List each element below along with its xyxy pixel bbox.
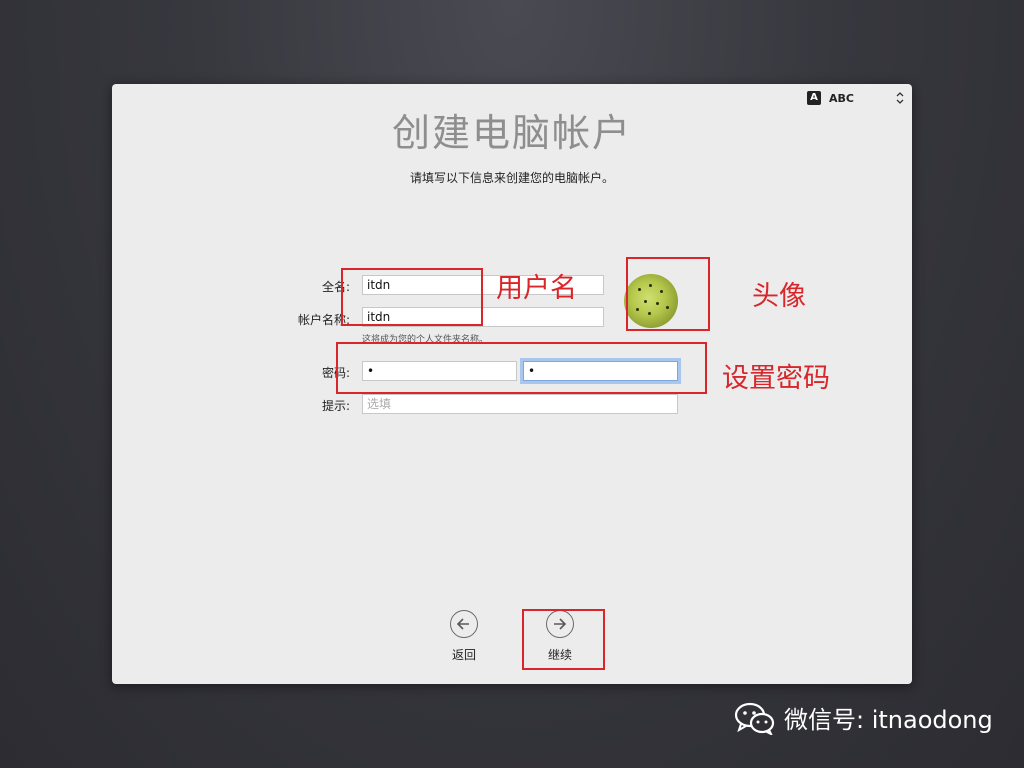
arrow-left-icon: [450, 610, 478, 638]
full-name-label: 全名:: [321, 280, 350, 294]
avatar-annotation-box: [626, 257, 710, 331]
hint-field[interactable]: [362, 394, 678, 414]
page-title: 创建电脑帐户: [391, 111, 632, 155]
hint-label: 提示:: [321, 399, 350, 413]
avatar-annotation-label: 头像: [752, 281, 806, 312]
wechat-id-text: 微信号: itnaodong: [784, 706, 993, 734]
wechat-icon: [734, 702, 775, 735]
username-annotation-box: [341, 268, 483, 326]
password-label: 密码:: [321, 366, 350, 380]
wechat-watermark: 微信号: itnaodong: [734, 700, 993, 735]
continue-annotation-box: [522, 609, 605, 670]
account-name-label: 帐户名称:: [297, 313, 350, 327]
back-button[interactable]: 返回: [434, 610, 494, 663]
page-subtitle: 请填写以下信息来创建您的电脑帐户。: [409, 171, 614, 185]
password-annotation-label: 设置密码: [722, 363, 830, 394]
username-annotation-label: 用户名: [496, 273, 577, 304]
password-annotation-box: [336, 342, 707, 394]
back-button-label: 返回: [451, 648, 476, 662]
